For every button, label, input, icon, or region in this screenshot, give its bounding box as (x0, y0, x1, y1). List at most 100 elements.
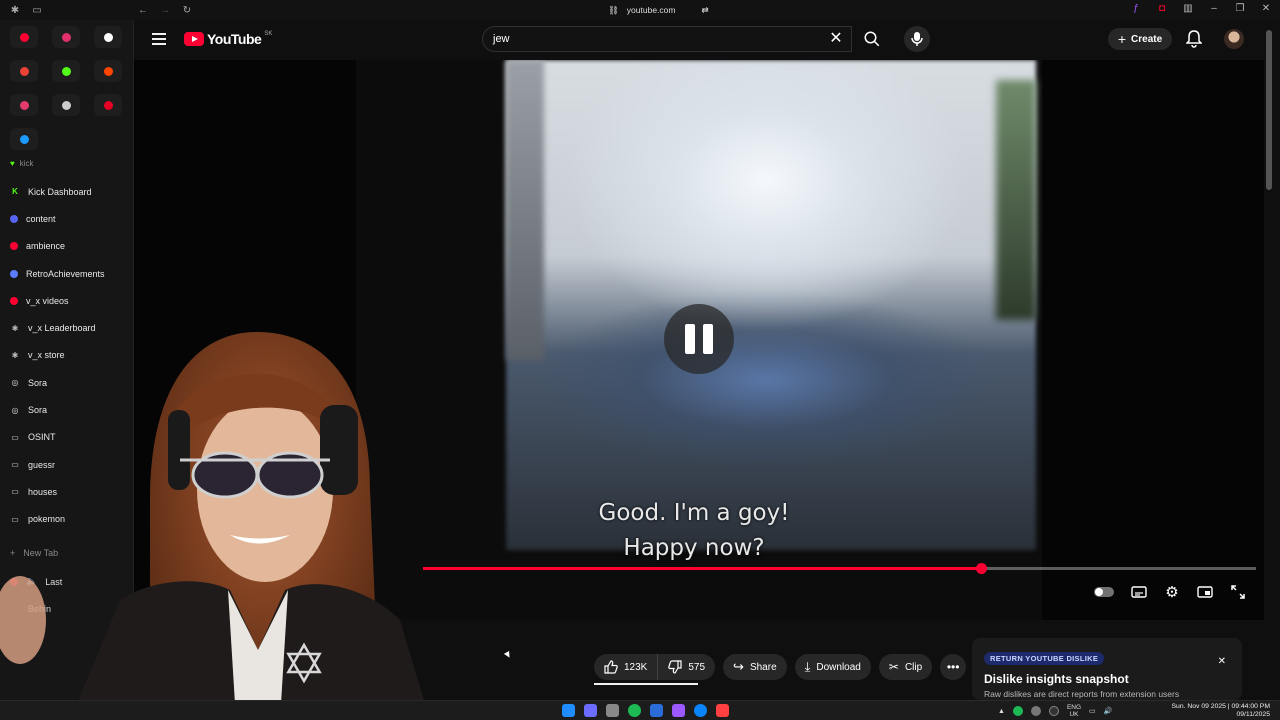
sidebar-tab[interactable]: ◎ Sora (0, 396, 134, 423)
split-view-icon[interactable]: ▥ (1182, 3, 1194, 15)
pinned-x[interactable] (94, 26, 122, 48)
more-actions-icon[interactable]: ••• (940, 654, 967, 680)
ryd-title: Dislike insights snapshot (984, 672, 1129, 686)
folder-icon: ▭ (11, 487, 19, 497)
pinned-calendar[interactable] (10, 94, 38, 116)
pinned-reddit[interactable] (94, 60, 122, 82)
create-button[interactable]: + Create (1108, 28, 1172, 50)
search-input[interactable]: jew (482, 26, 852, 52)
pause-button[interactable] (664, 304, 734, 374)
subtitle-line-2: Happy now? (623, 535, 765, 561)
vx-app-icon[interactable] (606, 704, 619, 717)
country-code: SK (264, 31, 273, 37)
app-icon[interactable] (584, 704, 597, 717)
sidebar-tab[interactable]: RetroAchievements (0, 260, 134, 287)
sidebar-tab-behin[interactable]: Behin (28, 604, 51, 614)
page-scrollbar[interactable] (1266, 30, 1272, 190)
tray-icon[interactable] (1048, 706, 1059, 716)
video-player[interactable]: Good. I'm a goy! Happy now? ⚙ (134, 60, 1264, 620)
minimize-icon[interactable]: – (1208, 3, 1220, 15)
tab-label: guessr (28, 459, 56, 470)
dislike-count: 575 (688, 661, 706, 673)
video-content-left (506, 60, 544, 360)
notifications-button[interactable] (1185, 30, 1203, 48)
address-bar[interactable]: ⛓ youtube.com ⇄ (608, 3, 718, 17)
sidebar-tab[interactable]: ▭ OSINT (0, 424, 134, 451)
fullscreen-icon[interactable] (1230, 584, 1246, 600)
pinned-instagram[interactable] (52, 26, 80, 48)
miniplayer-icon[interactable] (1197, 584, 1213, 600)
share-button[interactable]: ↪ Share (723, 654, 787, 680)
clip-button[interactable]: ✂ Clip (878, 654, 933, 680)
sidebar-tab-last[interactable]: 🔈 Last (10, 576, 62, 587)
like-ratio-bar (594, 683, 698, 685)
sidebar-tab[interactable]: ▭ houses (0, 478, 134, 505)
kick-icon: K (12, 187, 18, 197)
forward-icon[interactable]: → (158, 3, 172, 17)
taskbar-clock[interactable]: Sun. Nov 09 2025 | 09:44:00 PM 09/11/202… (1158, 703, 1271, 719)
progress-bar[interactable] (423, 563, 1256, 574)
close-icon[interactable]: ✕ (1218, 656, 1226, 667)
volume-icon[interactable]: 🔊 (1104, 707, 1113, 715)
sidebar-tab[interactable]: ambience (0, 233, 134, 260)
folder-icon: ▭ (11, 460, 19, 470)
pinned-kick[interactable] (52, 60, 80, 82)
pinned-gmail[interactable] (10, 60, 38, 82)
extension-icon[interactable]: ƒ (1130, 3, 1142, 15)
spotify-tray-icon[interactable] (1012, 706, 1023, 716)
obs-icon[interactable] (672, 704, 685, 717)
language-indicator[interactable]: ENG UK (1067, 704, 1081, 718)
sidebar-tab[interactable]: ▭ pokemon (0, 506, 134, 533)
sidebar-tab[interactable]: content (0, 205, 134, 232)
screen: ✱ ▭ ← → ↻ ⛓ youtube.com ⇄ ƒ ◘ ▥ – ❐ ✕ ♥ … (0, 0, 1280, 720)
app-icon-red[interactable] (716, 704, 729, 717)
like-button[interactable]: 123K (594, 654, 659, 680)
pinned-youtube[interactable] (10, 26, 38, 48)
download-icon: ⤓ (804, 659, 811, 674)
network-tray-icon[interactable] (1030, 706, 1041, 716)
sidebar-tab[interactable]: K Kick Dashboard (0, 178, 134, 205)
menu-icon[interactable] (152, 33, 166, 45)
windows-start-icon[interactable] (562, 704, 575, 717)
chevron-up-icon[interactable]: ▲ (998, 708, 1005, 715)
voice-search-button[interactable] (904, 26, 930, 52)
retro-icon (10, 269, 18, 278)
reddit-icon (103, 66, 113, 76)
subtitle-line-1: Good. I'm a goy! (598, 500, 790, 526)
sidebar-tab[interactable]: v_x videos (0, 287, 134, 314)
youtube-logo[interactable]: YouTube SK (184, 31, 272, 47)
restore-icon[interactable]: ❐ (1234, 3, 1246, 15)
download-button[interactable]: ⤓ Download (794, 654, 871, 680)
spotify-icon[interactable] (628, 704, 641, 717)
edge-icon[interactable] (694, 704, 707, 717)
like-dislike-group: 123K 575 (594, 654, 716, 680)
dislike-button[interactable]: 575 (658, 654, 716, 680)
site-settings-icon[interactable]: ⇄ (701, 5, 708, 16)
sidebar-tab[interactable]: ✱ v_x Leaderboard (0, 314, 134, 341)
close-window-icon[interactable]: ✕ (1260, 3, 1272, 15)
clear-search-icon[interactable]: ✕ (826, 29, 846, 49)
speaker-icon: 🔈 (26, 576, 38, 586)
monitor-icon[interactable]: ▭ (1089, 707, 1096, 715)
sidebar-toggle-icon[interactable]: ▭ (30, 3, 44, 17)
browser-menu-icon[interactable]: ✱ (8, 3, 22, 17)
mouse-cursor (503, 650, 513, 660)
sidebar-tab[interactable]: ▭ guessr (0, 451, 134, 478)
x-icon (103, 32, 113, 42)
pinned-pinterest[interactable] (94, 94, 122, 116)
sidebar-tab[interactable]: ◎ Sora (0, 369, 134, 396)
new-tab-button[interactable]: + New Tab (10, 548, 58, 558)
search-button[interactable] (856, 26, 888, 52)
back-icon[interactable]: ← (136, 3, 150, 17)
pinned-threads[interactable] (52, 94, 80, 116)
account-avatar[interactable] (1224, 29, 1244, 49)
pinned-steam[interactable] (10, 128, 38, 150)
sidebar-tab[interactable]: ✱ v_x store (0, 342, 134, 369)
steam-icon[interactable] (650, 704, 663, 717)
ublock-icon[interactable]: ◘ (1156, 3, 1168, 15)
settings-gear-icon[interactable]: ⚙ (1164, 584, 1180, 601)
reload-icon[interactable]: ↻ (180, 3, 194, 17)
autoplay-toggle[interactable] (1094, 587, 1114, 597)
taskbar: ▲ ENG UK ▭ 🔊 Sun. Nov 09 2025 | 09:44:00… (0, 700, 1280, 720)
subtitles-icon[interactable] (1131, 584, 1147, 600)
